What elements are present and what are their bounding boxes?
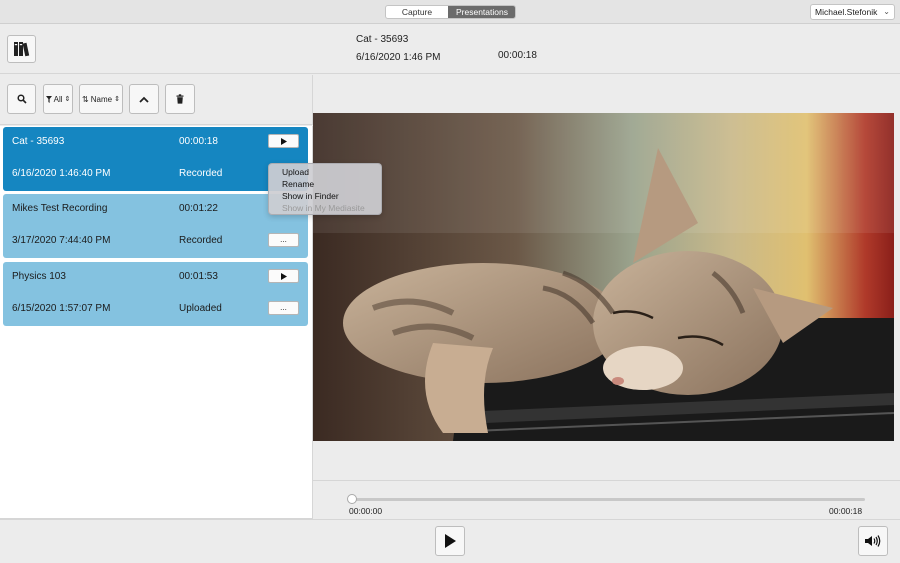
play-icon	[445, 534, 456, 548]
top-bar: Capture Presentations Michael.Stefonik ⌄	[0, 0, 900, 24]
item-status: Recorded	[179, 168, 223, 179]
updown-chevron-icon: ⇕	[64, 96, 71, 103]
play-icon	[280, 272, 287, 280]
item-title: Cat - 35693	[12, 136, 65, 147]
item-play-button[interactable]	[268, 134, 299, 148]
tab-presentations[interactable]: Presentations	[448, 6, 515, 18]
volume-button[interactable]	[858, 526, 888, 556]
menu-item-show-in-mediasite: Show in My Mediasite	[282, 203, 365, 213]
speaker-icon	[865, 535, 881, 547]
page-title: Cat - 35693	[356, 34, 409, 45]
item-more-button[interactable]: ...	[268, 301, 299, 315]
item-more-button[interactable]: ...	[268, 233, 299, 247]
item-duration: 00:01:22	[179, 203, 218, 214]
play-icon	[280, 137, 287, 145]
user-dropdown[interactable]: Michael.Stefonik ⌄	[810, 4, 895, 20]
item-play-button[interactable]	[268, 269, 299, 283]
search-button[interactable]	[7, 84, 36, 114]
item-status: Uploaded	[179, 303, 222, 314]
current-time: 00:00:00	[349, 506, 383, 516]
sort-dropdown[interactable]: ⇅ Name ⇕	[79, 84, 123, 114]
chevron-down-icon: ⌄	[883, 7, 890, 16]
timeline-scrubber[interactable]	[349, 498, 865, 501]
search-icon	[16, 94, 27, 104]
item-status: Recorded	[179, 235, 223, 246]
collapse-button[interactable]	[129, 84, 159, 114]
play-button[interactable]	[435, 526, 465, 556]
sort-label: Name	[90, 94, 113, 104]
item-date: 6/16/2020 1:46:40 PM	[12, 168, 111, 179]
trash-icon	[176, 94, 184, 104]
chevron-up-icon	[139, 96, 149, 103]
divider	[313, 480, 900, 481]
library-books-icon	[13, 42, 29, 57]
tab-capture[interactable]: Capture	[386, 6, 448, 18]
delete-button[interactable]	[165, 84, 195, 114]
item-date: 6/15/2020 1:57:07 PM	[12, 303, 111, 314]
user-name: Michael.Stefonik	[815, 7, 878, 17]
updown-chevron-icon: ⇕	[114, 96, 120, 103]
filter-label: All	[53, 94, 63, 104]
list-item[interactable]: Physics 103 00:01:53 6/15/2020 1:57:07 P…	[3, 262, 308, 326]
item-date: 3/17/2020 7:44:40 PM	[12, 235, 111, 246]
scrubber-handle[interactable]	[347, 494, 357, 504]
item-title: Physics 103	[12, 271, 66, 282]
list-item[interactable]: Mikes Test Recording 00:01:22 3/17/2020 …	[3, 194, 308, 258]
view-segmented-control: Capture Presentations	[385, 5, 516, 19]
presentation-date: 6/16/2020 1:46 PM	[356, 52, 441, 63]
menu-item-show-in-finder[interactable]: Show in Finder	[269, 190, 381, 202]
context-menu: Upload Rename Show in Finder Show in My …	[268, 163, 382, 215]
video-frame[interactable]	[313, 113, 894, 441]
presentation-header: Cat - 35693 6/16/2020 1:46 PM 00:00:18	[0, 24, 900, 74]
filter-dropdown[interactable]: All ⇕	[43, 84, 73, 114]
presentation-duration: 00:00:18	[498, 50, 537, 61]
presentation-list: Cat - 35693 00:00:18 6/16/2020 1:46:40 P…	[0, 126, 313, 519]
menu-item-rename[interactable]: Rename	[269, 178, 381, 190]
filter-icon	[45, 95, 52, 103]
kitten-video-image	[313, 113, 894, 441]
menu-item-upload[interactable]: Upload	[269, 166, 381, 178]
item-duration: 00:00:18	[179, 136, 218, 147]
sort-icon: ⇅	[82, 94, 89, 104]
list-toolbar: All ⇕ ⇅ Name ⇕	[0, 75, 313, 125]
list-item[interactable]: Cat - 35693 00:00:18 6/16/2020 1:46:40 P…	[3, 127, 308, 191]
library-button[interactable]	[7, 35, 36, 63]
total-time: 00:00:18	[829, 506, 863, 516]
item-duration: 00:01:53	[179, 271, 218, 282]
item-title: Mikes Test Recording	[12, 203, 108, 214]
